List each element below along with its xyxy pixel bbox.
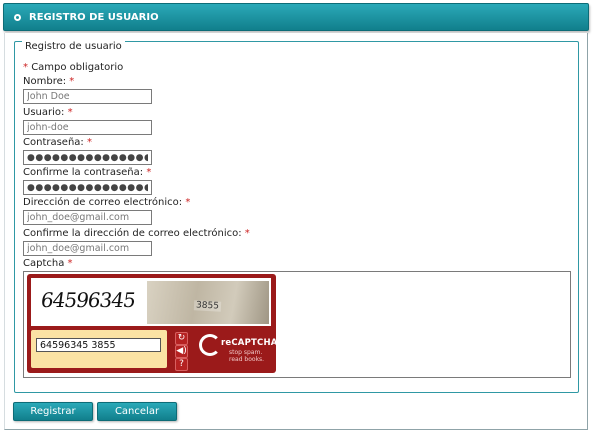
email-confirm-label: Confirme la dirección de correo electrón… [23,228,250,239]
recaptcha-brand: reCAPTCHA™ [221,338,284,348]
recaptcha-tagline-2: read books. [229,356,265,363]
page-title: REGISTRO DE USUARIO [29,11,159,23]
recaptcha-brand-text: reCAPTCHA [221,338,278,348]
password-confirm-label-text: Confirme la contraseña: [23,167,144,178]
required-asterisk: * [67,107,73,118]
captcha-photo-number: 3855 [193,300,222,312]
cancel-button[interactable]: Cancelar [97,402,177,421]
required-asterisk: * [244,228,250,239]
required-note: * Campo obligatorio [23,62,123,73]
required-asterisk: * [146,167,152,178]
page-header: REGISTRO DE USUARIO [3,3,589,31]
recaptcha-tagline-1: stop spam. [229,349,263,356]
captcha-scanned-photo: 3855 [147,281,269,324]
audio-icon[interactable]: ◀) [175,345,188,358]
nombre-label: Nombre: * [23,76,74,87]
password-label: Contraseña: * [23,137,92,148]
nombre-input[interactable] [23,89,152,104]
help-icon[interactable]: ? [175,358,188,371]
reload-icon[interactable]: ↻ [175,332,188,345]
password-confirm-input[interactable] [23,180,152,195]
required-asterisk: * [86,137,92,148]
bullet-circle-icon [14,13,21,21]
captcha-distorted-word: 64596345 [39,288,137,312]
email-input[interactable] [23,210,152,225]
required-asterisk: * [69,76,75,87]
captcha-response-input[interactable] [36,338,161,352]
usuario-label-text: Usuario: [23,107,65,118]
required-asterisk: * [23,62,28,73]
fieldset-legend: Registro de usuario [22,41,125,52]
usuario-input[interactable] [23,120,152,135]
recaptcha-arrow-icon [199,334,221,356]
captcha-label: Captcha * [23,258,73,269]
email-label: Dirección de correo electrónico: * [23,197,190,208]
password-input[interactable] [23,150,152,165]
usuario-label: Usuario: * [23,107,73,118]
password-label-text: Contraseña: [23,137,84,148]
email-confirm-label-text: Confirme la dirección de correo electrón… [23,228,242,239]
required-note-text: Campo obligatorio [31,62,124,73]
recaptcha-logo: reCAPTCHA™ stop spam. read books. [199,332,284,368]
captcha-challenge-image: 64596345 3855 [31,278,271,326]
captcha-label-text: Captcha [23,258,65,269]
submit-button[interactable]: Registrar [13,402,93,421]
required-asterisk: * [185,197,191,208]
recaptcha-widget: 64596345 3855 ↻ ◀) ? reCAPTCHA™ stop spa… [27,274,284,373]
email-confirm-input[interactable] [23,241,152,256]
password-confirm-label: Confirme la contraseña: * [23,167,151,178]
recaptcha-tm: ™ [277,340,284,347]
email-label-text: Dirección de correo electrónico: [23,197,183,208]
nombre-label-text: Nombre: [23,76,67,87]
required-asterisk: * [67,258,73,269]
